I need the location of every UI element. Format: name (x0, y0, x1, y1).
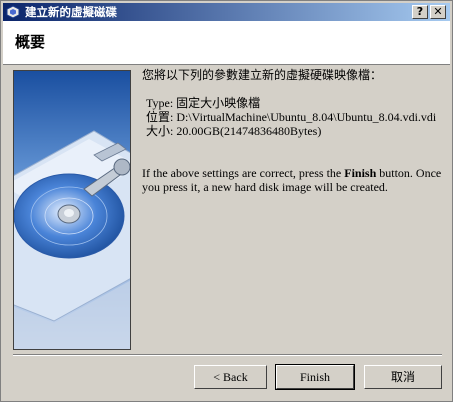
cancel-button[interactable]: 取消 (364, 365, 442, 389)
window-title: 建立新的虛擬磁碟 (25, 5, 117, 19)
intro-text: 您將以下列的參數建立新的虛擬硬碟映像檔： (142, 68, 383, 82)
title-bar[interactable]: 建立新的虛擬磁碟 ? ✕ (3, 3, 450, 21)
close-button[interactable]: ✕ (430, 5, 446, 19)
page-title: 概要 (15, 33, 46, 51)
help-button[interactable]: ? (412, 5, 428, 19)
note-line-2: you press it, a new hard disk image will… (142, 180, 388, 194)
button-divider (13, 354, 442, 356)
note-line-1: If the above settings are correct, press… (142, 166, 441, 181)
wizard-window: 建立新的虛擬磁碟 ? ✕ 概要 您將以下列的參數建立新的虛擬硬碟映像檔： Typ… (0, 0, 453, 402)
hard-disk-illustration (13, 70, 131, 350)
hard-disk-icon (14, 71, 130, 349)
finish-emphasis: Finish (344, 166, 377, 180)
note-text-start: If the above settings are correct, press… (142, 166, 345, 180)
back-button[interactable]: < Back (194, 365, 267, 389)
size-line: 大小: 20.00GB(21474836480Bytes) (146, 124, 322, 138)
virtualbox-icon (6, 5, 20, 19)
wizard-header: 概要 (3, 21, 450, 65)
note-text-end: button. Once (376, 166, 442, 180)
finish-button[interactable]: Finish (275, 364, 355, 390)
